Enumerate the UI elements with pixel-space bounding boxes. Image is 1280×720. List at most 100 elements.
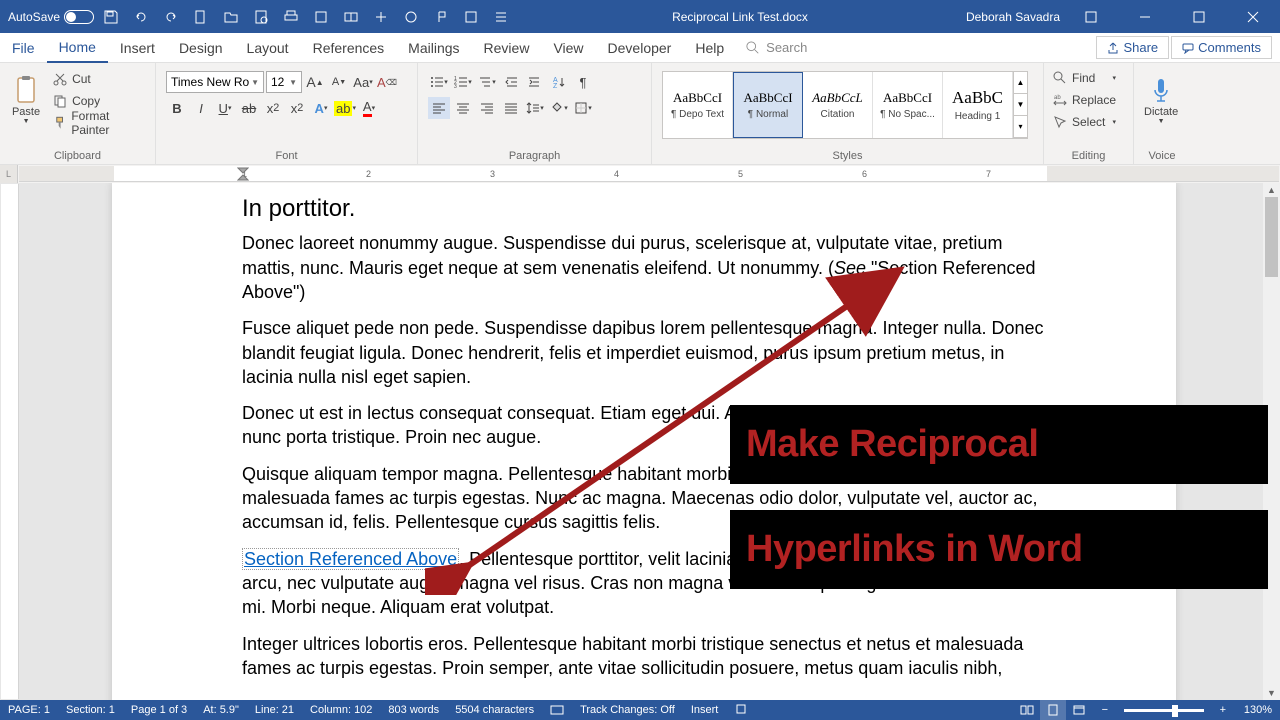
align-right-icon[interactable] xyxy=(476,97,498,119)
scroll-up-icon[interactable]: ▲ xyxy=(1263,183,1280,197)
sort-icon[interactable]: AZ xyxy=(548,71,570,93)
tab-help[interactable]: Help xyxy=(683,33,736,63)
comments-button[interactable]: Comments xyxy=(1171,36,1272,59)
qat-customize-icon[interactable] xyxy=(488,4,514,30)
borders-icon[interactable]: ▾ xyxy=(572,97,594,119)
tab-developer[interactable]: Developer xyxy=(596,33,684,63)
qat-icon-10[interactable] xyxy=(458,4,484,30)
status-at[interactable]: At: 5.9" xyxy=(195,704,247,716)
tab-insert[interactable]: Insert xyxy=(108,33,167,63)
share-button[interactable]: Share xyxy=(1096,36,1169,59)
style-depo-text[interactable]: AaBbCcI¶ Depo Text xyxy=(663,72,733,138)
scroll-down-icon[interactable]: ▼ xyxy=(1263,686,1280,700)
user-name[interactable]: Deborah Savadra xyxy=(966,10,1060,24)
status-mode[interactable]: Insert xyxy=(683,704,727,716)
status-column[interactable]: Column: 102 xyxy=(302,704,380,716)
status-chars[interactable]: 5504 characters xyxy=(447,704,542,716)
new-doc-icon[interactable] xyxy=(188,4,214,30)
vertical-ruler[interactable] xyxy=(1,184,19,699)
print-preview-icon[interactable] xyxy=(248,4,274,30)
superscript-icon[interactable]: x2 xyxy=(286,97,308,119)
status-spell-icon[interactable] xyxy=(542,702,572,719)
zoom-level[interactable]: 130% xyxy=(1236,704,1280,716)
print-layout-icon[interactable] xyxy=(1040,700,1066,720)
increase-indent-icon[interactable] xyxy=(524,71,546,93)
tab-layout[interactable]: Layout xyxy=(235,33,301,63)
save-icon[interactable] xyxy=(98,4,124,30)
dictate-button[interactable]: Dictate ▼ xyxy=(1138,65,1184,135)
justify-icon[interactable] xyxy=(500,97,522,119)
numbering-icon[interactable]: 123▾ xyxy=(452,71,474,93)
cut-button[interactable]: Cut xyxy=(48,68,151,90)
qat-icon-8[interactable] xyxy=(398,4,424,30)
style-citation[interactable]: AaBbCcLCitation xyxy=(803,72,873,138)
undo-icon[interactable] xyxy=(128,4,154,30)
zoom-out-icon[interactable]: − xyxy=(1092,700,1118,720)
change-case-icon[interactable]: Aa▾ xyxy=(352,71,374,93)
highlight-icon[interactable]: ab▾ xyxy=(334,97,356,119)
status-macro-icon[interactable] xyxy=(726,702,756,719)
status-pages[interactable]: Page 1 of 3 xyxy=(123,704,195,716)
maximize-icon[interactable] xyxy=(1176,0,1222,33)
qat-icon-5[interactable] xyxy=(308,4,334,30)
ribbon-display-icon[interactable] xyxy=(1068,0,1114,33)
font-color-icon[interactable]: A▾ xyxy=(358,97,380,119)
shading-icon[interactable]: ▾ xyxy=(548,97,570,119)
hyperlink-section-reference[interactable]: Section Referenced Above xyxy=(242,548,459,570)
format-painter-button[interactable]: Format Painter xyxy=(48,112,151,134)
style-heading-1[interactable]: AaBbCHeading 1 xyxy=(943,72,1013,138)
open-doc-icon[interactable] xyxy=(218,4,244,30)
align-center-icon[interactable] xyxy=(452,97,474,119)
tab-view[interactable]: View xyxy=(541,33,595,63)
align-left-icon[interactable] xyxy=(428,97,450,119)
select-button[interactable]: Select▾ xyxy=(1048,111,1120,133)
qat-icon-9[interactable] xyxy=(428,4,454,30)
gallery-up-icon[interactable]: ▲ xyxy=(1014,72,1027,94)
tab-review[interactable]: Review xyxy=(472,33,542,63)
paste-button[interactable]: Paste ▼ xyxy=(4,65,48,133)
qat-icon-7[interactable] xyxy=(368,4,394,30)
status-page[interactable]: PAGE: 1 xyxy=(0,704,58,716)
bullets-icon[interactable]: ▾ xyxy=(428,71,450,93)
autosave-toggle[interactable]: AutoSave xyxy=(8,10,94,24)
text-effects-icon[interactable]: A▾ xyxy=(310,97,332,119)
web-layout-icon[interactable] xyxy=(1066,700,1092,720)
scroll-thumb[interactable] xyxy=(1265,197,1278,277)
redo-icon[interactable] xyxy=(158,4,184,30)
show-marks-icon[interactable]: ¶ xyxy=(572,71,594,93)
decrease-font-icon[interactable]: A▼ xyxy=(328,71,350,93)
tab-design[interactable]: Design xyxy=(167,33,235,63)
gallery-more-icon[interactable]: ▾ xyxy=(1014,116,1027,138)
horizontal-ruler[interactable]: L 1 2 3 4 5 6 7 xyxy=(0,165,1280,183)
tab-home[interactable]: Home xyxy=(47,33,108,63)
style-gallery[interactable]: AaBbCcI¶ Depo Text AaBbCcI¶ Normal AaBbC… xyxy=(662,71,1028,139)
search-input[interactable]: Search xyxy=(746,40,807,55)
font-size-combo[interactable]: 12▼ xyxy=(266,71,302,93)
status-line[interactable]: Line: 21 xyxy=(247,704,302,716)
minimize-icon[interactable] xyxy=(1122,0,1168,33)
italic-icon[interactable]: I xyxy=(190,97,212,119)
read-mode-icon[interactable] xyxy=(1014,700,1040,720)
multilevel-list-icon[interactable]: ▾ xyxy=(476,71,498,93)
zoom-slider[interactable] xyxy=(1124,709,1204,712)
style-no-spacing[interactable]: AaBbCcI¶ No Spac... xyxy=(873,72,943,138)
tab-mailings[interactable]: Mailings xyxy=(396,33,471,63)
style-normal[interactable]: AaBbCcI¶ Normal xyxy=(733,72,803,138)
replace-button[interactable]: abReplace xyxy=(1048,89,1120,111)
close-icon[interactable] xyxy=(1230,0,1276,33)
find-button[interactable]: Find▾ xyxy=(1048,67,1120,89)
line-spacing-icon[interactable]: ▾ xyxy=(524,97,546,119)
status-track[interactable]: Track Changes: Off xyxy=(572,704,683,716)
bold-icon[interactable]: B xyxy=(166,97,188,119)
tab-references[interactable]: References xyxy=(301,33,397,63)
clear-formatting-icon[interactable]: A⌫ xyxy=(376,71,398,93)
status-words[interactable]: 803 words xyxy=(380,704,447,716)
strikethrough-icon[interactable]: ab xyxy=(238,97,260,119)
print-icon[interactable] xyxy=(278,4,304,30)
increase-font-icon[interactable]: A▲ xyxy=(304,71,326,93)
font-name-combo[interactable]: Times New Ro▼ xyxy=(166,71,264,93)
underline-icon[interactable]: U▾ xyxy=(214,97,236,119)
decrease-indent-icon[interactable] xyxy=(500,71,522,93)
zoom-in-icon[interactable]: + xyxy=(1210,700,1236,720)
qat-icon-6[interactable] xyxy=(338,4,364,30)
